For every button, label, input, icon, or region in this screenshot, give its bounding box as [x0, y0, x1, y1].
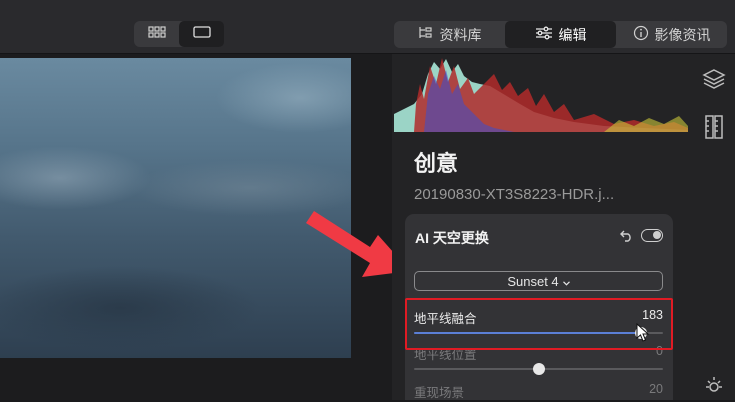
undo-icon[interactable] — [620, 228, 634, 247]
ruler-icon — [702, 114, 726, 145]
grid-view-button[interactable] — [134, 21, 179, 47]
sky-preset-dropdown[interactable]: Sunset 4 — [414, 271, 663, 291]
enable-toggle[interactable] — [641, 229, 663, 242]
tab-edit[interactable]: 编辑 — [505, 21, 616, 48]
highlight-box — [405, 298, 673, 350]
slider-track[interactable] — [414, 363, 663, 375]
sun-icon — [702, 373, 726, 402]
card-title: AI 天空更换 — [415, 230, 489, 246]
top-toolbar: 资料库 编辑 影像资讯 — [0, 0, 735, 54]
tab-edit-label: 编辑 — [558, 26, 587, 43]
light-button[interactable] — [701, 374, 727, 400]
histogram — [394, 54, 688, 132]
ruler-button[interactable] — [701, 114, 727, 145]
tab-library-label: 资料库 — [439, 26, 482, 43]
tab-library[interactable]: 资料库 — [394, 21, 505, 48]
tool-rail — [693, 54, 735, 400]
photo-preview[interactable] — [0, 58, 351, 358]
tab-info[interactable]: 影像资讯 — [616, 21, 727, 48]
single-view-icon — [192, 25, 211, 43]
layers-button[interactable] — [701, 68, 727, 94]
grid-icon — [147, 25, 166, 43]
sky-preset-value: Sunset 4 — [507, 273, 559, 289]
toggle-knob — [653, 231, 661, 239]
file-name: 20190830-XT3S8223-HDR.j... — [414, 186, 615, 203]
mode-tabs: 资料库 编辑 影像资讯 — [394, 21, 727, 48]
library-icon — [418, 26, 434, 43]
section-title: 创意 — [414, 151, 459, 176]
chevron-down-icon — [562, 274, 570, 289]
layers-icon — [702, 67, 726, 96]
slider-label: 重现场景 — [414, 386, 465, 400]
slider-value: 20 — [649, 382, 663, 396]
single-view-button[interactable] — [179, 21, 224, 47]
info-icon — [633, 25, 649, 44]
slider-thumb[interactable] — [532, 363, 545, 375]
sliders-icon — [535, 26, 553, 43]
mouse-cursor-icon — [636, 322, 650, 348]
view-mode-switch — [134, 21, 224, 47]
tab-info-label: 影像资讯 — [654, 26, 711, 43]
